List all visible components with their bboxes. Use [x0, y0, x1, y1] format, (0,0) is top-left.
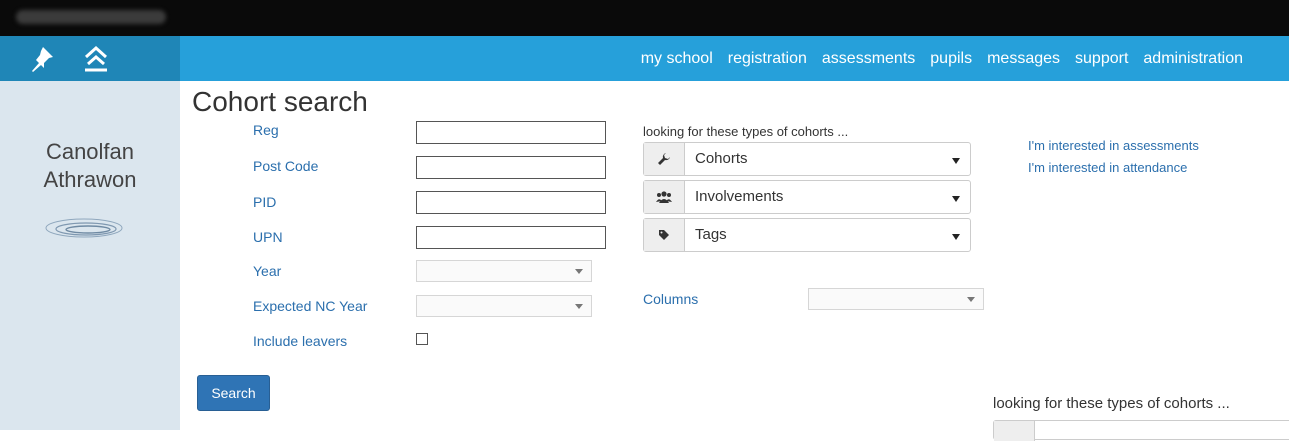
nav-my-school[interactable]: my school	[641, 50, 713, 68]
blurred-school-name	[16, 10, 166, 24]
chevron-down-icon	[952, 196, 960, 202]
cohort-types-heading: looking for these types of cohorts ...	[643, 124, 849, 139]
main-navbar: my school registration assessments pupil…	[0, 36, 1289, 81]
reg-label: Reg	[253, 122, 279, 138]
top-black-bar	[0, 0, 1289, 36]
expected-nc-year-label: Expected NC Year	[253, 298, 368, 314]
brand-name: Canolfan Athrawon	[0, 138, 180, 194]
wrench-icon	[994, 421, 1035, 441]
reg-input[interactable]	[416, 121, 606, 144]
upn-input[interactable]	[416, 226, 606, 249]
pid-label: PID	[253, 194, 277, 210]
include-leavers-label: Include leavers	[253, 333, 348, 349]
attendance-interest-link[interactable]: I'm interested in attendance	[1028, 160, 1187, 175]
nav-assessments[interactable]: assessments	[822, 50, 915, 68]
tags-dropdown[interactable]: Tags	[643, 218, 971, 252]
assessments-interest-link[interactable]: I'm interested in assessments	[1028, 138, 1199, 153]
tag-icon	[644, 219, 685, 251]
brand-line-1: Canolfan	[45, 139, 135, 164]
columns-label: Columns	[643, 291, 699, 307]
upn-label: UPN	[253, 229, 283, 245]
nav-registration[interactable]: registration	[728, 50, 807, 68]
postcode-input[interactable]	[416, 156, 606, 179]
chevron-down-icon	[952, 158, 960, 164]
tags-dropdown-label: Tags	[695, 226, 727, 243]
chevron-down-icon	[575, 269, 583, 274]
page-title: Cohort search	[192, 86, 368, 117]
search-button[interactable]: Search	[197, 375, 270, 411]
chevron-down-icon	[575, 304, 583, 309]
nav-administration[interactable]: administration	[1143, 50, 1243, 68]
postcode-label: Post Code	[253, 158, 319, 174]
nav-messages[interactable]: messages	[987, 50, 1060, 68]
nav-pupils[interactable]: pupils	[930, 50, 972, 68]
users-icon	[644, 181, 685, 213]
columns-select[interactable]	[808, 288, 984, 310]
chevron-down-icon	[967, 297, 975, 302]
expected-nc-year-select[interactable]	[416, 295, 592, 317]
secondary-cohorts-dropdown[interactable]	[993, 420, 1289, 441]
home-chevron-icon[interactable]	[82, 44, 110, 72]
year-select[interactable]	[416, 260, 592, 282]
involvements-dropdown-label: Involvements	[695, 188, 784, 205]
pid-input[interactable]	[416, 191, 606, 214]
brand-logo-icon	[45, 218, 123, 238]
nav-support[interactable]: support	[1075, 50, 1128, 68]
cohorts-dropdown[interactable]: Cohorts	[643, 142, 971, 176]
pin-icon[interactable]	[28, 44, 56, 72]
nav-links: my school registration assessments pupil…	[641, 36, 1243, 81]
involvements-dropdown[interactable]: Involvements	[643, 180, 971, 214]
sidebar: Canolfan Athrawon	[0, 81, 180, 430]
cohorts-dropdown-label: Cohorts	[695, 150, 748, 167]
brand-line-2: Athrawon	[43, 167, 137, 192]
include-leavers-checkbox[interactable]	[416, 333, 428, 345]
navbar-left-panel	[0, 36, 180, 81]
secondary-cohort-types-heading: looking for these types of cohorts ...	[993, 395, 1230, 412]
wrench-icon	[644, 143, 685, 175]
year-label: Year	[253, 263, 282, 279]
chevron-down-icon	[952, 234, 960, 240]
